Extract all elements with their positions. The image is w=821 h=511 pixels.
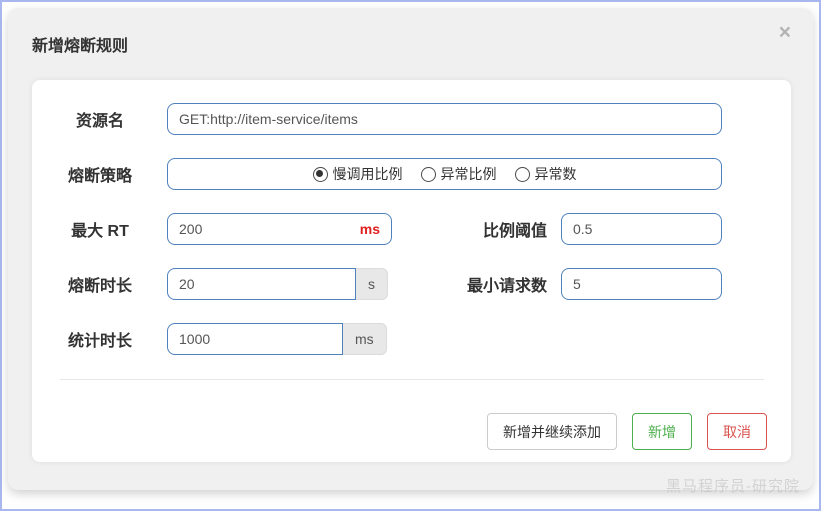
- ratio-threshold-label: 比例阈值: [482, 223, 547, 240]
- close-icon[interactable]: ×: [779, 22, 791, 43]
- strategy-radio-group: 慢调用比例 异常比例 异常数: [167, 158, 722, 190]
- resource-row: 资源名: [32, 103, 791, 135]
- stat-duration-group: ms: [167, 323, 392, 355]
- strategy-label: 熔断策略: [67, 168, 132, 185]
- radio-icon: [420, 166, 436, 182]
- break-duration-input[interactable]: [167, 268, 356, 300]
- stat-duration-unit: ms: [343, 323, 387, 355]
- add-button[interactable]: 新增: [632, 413, 692, 450]
- break-duration-row: 熔断时长 s 最小请求数: [32, 268, 791, 300]
- dialog-title: 新增熔断规则: [32, 38, 129, 55]
- strategy-row: 熔断策略 慢调用比例 异常比例 异常数: [32, 158, 791, 190]
- max-rt-unit: ms: [359, 221, 380, 237]
- resource-label: 资源名: [75, 113, 124, 130]
- strategy-option-0[interactable]: 慢调用比例: [312, 164, 403, 184]
- max-rt-input[interactable]: [168, 221, 360, 237]
- footer-divider: [60, 379, 764, 380]
- max-rt-row: 最大 RT ms 比例阈值: [32, 213, 791, 245]
- stat-duration-input[interactable]: [167, 323, 343, 355]
- cancel-button[interactable]: 取消: [707, 413, 767, 450]
- watermark-text: 黑马程序员-研究院: [666, 478, 800, 495]
- strategy-option-2[interactable]: 异常数: [514, 164, 577, 184]
- min-requests-input[interactable]: [561, 268, 722, 300]
- resource-input[interactable]: [167, 103, 722, 135]
- break-duration-unit: s: [356, 268, 388, 300]
- page-background: { "dialog": { "title": "新增熔断规则", "close_…: [0, 0, 821, 511]
- strategy-option-label: 慢调用比例: [332, 166, 403, 182]
- stat-duration-label: 统计时长: [67, 333, 132, 350]
- break-duration-label: 熔断时长: [67, 278, 132, 295]
- add-and-continue-button[interactable]: 新增并继续添加: [487, 413, 617, 450]
- max-rt-label: 最大 RT: [71, 223, 129, 240]
- strategy-option-label: 异常数: [534, 166, 577, 182]
- form-card: 资源名 熔断策略 慢调用比例 异常比例: [32, 80, 791, 462]
- radio-icon: [312, 166, 328, 182]
- max-rt-group: ms: [167, 213, 392, 245]
- break-duration-group: s: [167, 268, 392, 300]
- radio-icon: [514, 166, 530, 182]
- footer-buttons: 新增并继续添加 新增 取消: [32, 413, 791, 450]
- ratio-threshold-input[interactable]: [561, 213, 722, 245]
- stat-duration-row: 统计时长 ms: [32, 323, 791, 355]
- strategy-option-label: 异常比例: [440, 166, 497, 182]
- min-requests-label: 最小请求数: [466, 278, 547, 295]
- strategy-option-1[interactable]: 异常比例: [420, 164, 497, 184]
- add-circuit-breaker-rule-dialog: 新增熔断规则 × 资源名 熔断策略 慢调用比例 异常比例: [8, 8, 813, 490]
